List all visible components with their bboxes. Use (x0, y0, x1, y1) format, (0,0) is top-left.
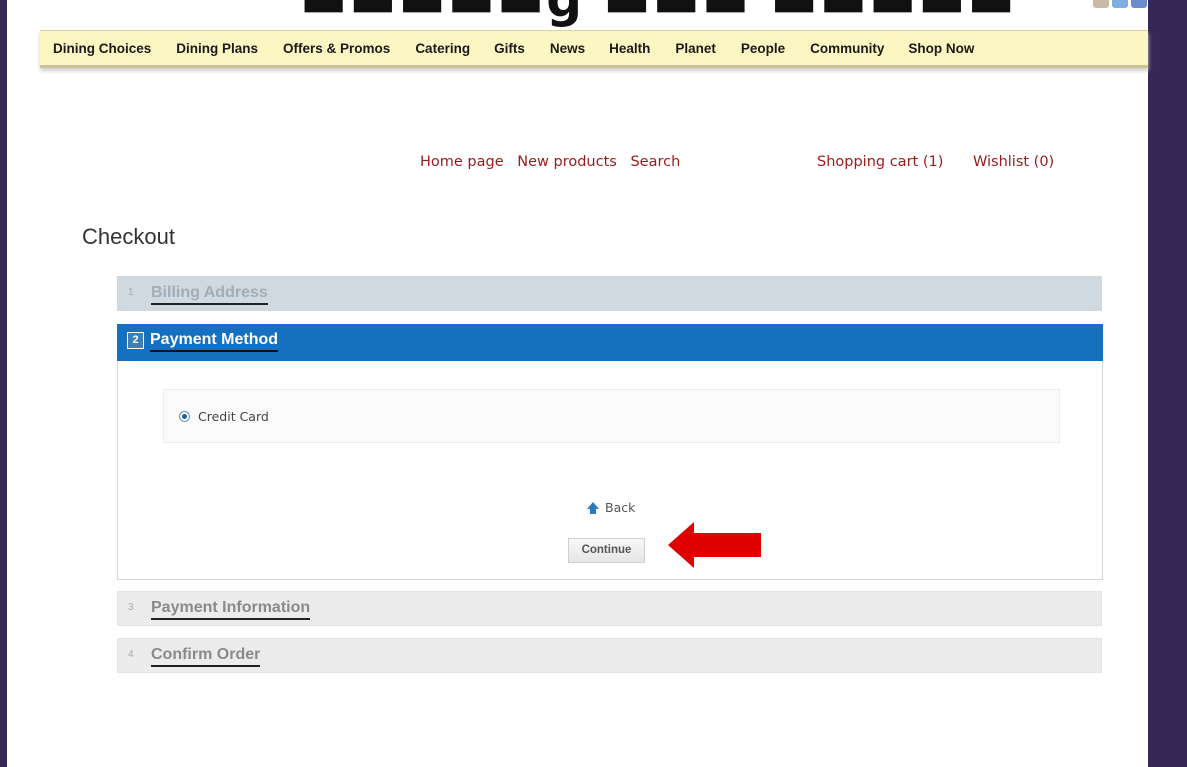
red-arrow-icon (668, 522, 762, 573)
header-links-right: Shopping cart (1) Wishlist (0) (817, 154, 1054, 170)
social-icon[interactable] (1112, 0, 1128, 8)
nav-item-community[interactable]: Community (810, 41, 884, 56)
step-payment-information[interactable]: 3 Payment Information (117, 591, 1102, 626)
step-number: 1 (128, 287, 134, 298)
step-number: 4 (128, 649, 134, 660)
step-number: 2 (127, 332, 144, 349)
payment-method-panel: Credit Card Back Continue (117, 361, 1103, 580)
nav-item-dining-plans[interactable]: Dining Plans (176, 41, 258, 56)
step-label[interactable]: Payment Method (150, 330, 279, 352)
step-confirm-order[interactable]: 4 Confirm Order (117, 638, 1102, 673)
step-label[interactable]: Confirm Order (151, 645, 261, 667)
site-logo-banner: ▬▬▬▬▬g ▬▬▬ ▬▬▬▬▬ (40, 0, 1148, 30)
shopping-cart-link[interactable]: Shopping cart (1) (817, 154, 943, 170)
social-icon[interactable] (1093, 0, 1109, 8)
step-label[interactable]: Payment Information (151, 598, 311, 620)
wishlist-link[interactable]: Wishlist (0) (973, 154, 1054, 170)
new-products-link[interactable]: New products (517, 154, 617, 170)
home-page-link[interactable]: Home page (420, 154, 504, 170)
nav-item-dining-choices[interactable]: Dining Choices (53, 41, 151, 56)
step-label[interactable]: Billing Address (151, 283, 268, 305)
site-logo-fragment: ▬▬▬▬▬g ▬▬▬ ▬▬▬▬▬ (300, 0, 1017, 28)
back-link[interactable]: Back (587, 500, 635, 515)
nav-item-news[interactable]: News (550, 41, 585, 56)
payment-method-option: Credit Card (163, 389, 1060, 443)
social-icon[interactable] (1131, 0, 1147, 8)
credit-card-label[interactable]: Credit Card (198, 409, 269, 424)
nav-item-catering[interactable]: Catering (415, 41, 470, 56)
step-number: 3 (128, 602, 134, 613)
nav-item-gifts[interactable]: Gifts (494, 41, 525, 56)
search-link[interactable]: Search (630, 154, 680, 170)
continue-button[interactable]: Continue (568, 538, 645, 563)
back-arrow-icon (587, 502, 599, 514)
credit-card-radio[interactable] (179, 411, 190, 422)
step-billing-address[interactable]: 1 Billing Address (117, 276, 1102, 311)
social-icons (1093, 0, 1147, 8)
nav-item-shop-now[interactable]: Shop Now (908, 41, 974, 56)
main-navigation: Dining Choices Dining Plans Offers & Pro… (40, 30, 1148, 68)
page-title: Checkout (82, 224, 175, 249)
nav-item-health[interactable]: Health (609, 41, 650, 56)
nav-item-offers-promos[interactable]: Offers & Promos (283, 41, 390, 56)
nav-item-people[interactable]: People (741, 41, 785, 56)
back-label: Back (605, 500, 636, 515)
step-payment-method[interactable]: 2 Payment Method (117, 324, 1103, 361)
nav-item-planet[interactable]: Planet (675, 41, 716, 56)
page-background-right (1148, 0, 1187, 767)
header-links-left: Home page New products Search (420, 154, 680, 170)
